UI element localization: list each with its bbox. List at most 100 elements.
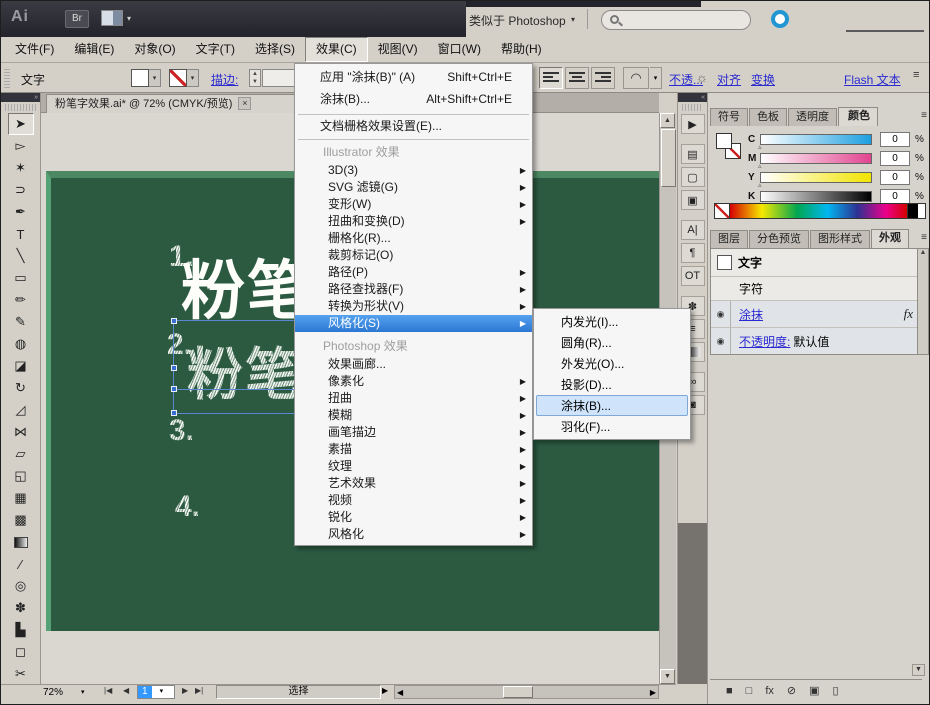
horizontal-scrollbar[interactable]: ◀ ▶: [394, 685, 659, 699]
scroll-up-icon[interactable]: ▲: [920, 249, 927, 256]
tools-panel-collapse-icon[interactable]: »: [1, 93, 40, 102]
menu-bar-item[interactable]: 对象(O): [124, 37, 185, 62]
previous-artboard-button[interactable]: ◀: [123, 686, 129, 695]
type-tool[interactable]: T: [8, 223, 34, 245]
direct-selection-tool[interactable]: ▻: [8, 135, 34, 157]
align-panel-icon[interactable]: ▤: [681, 144, 705, 164]
color-spectrum[interactable]: [714, 203, 926, 219]
control-bar-grip[interactable]: [4, 68, 10, 88]
lasso-tool[interactable]: ⊃: [8, 179, 34, 201]
effect-menu-item[interactable]: 素描 ▶: [295, 441, 532, 458]
effect-menu-item[interactable]: SVG 滤镜(G) ▶: [295, 179, 532, 196]
workspace-switcher[interactable]: 类似于 Photoshop: [469, 12, 566, 29]
new-stroke-button[interactable]: ■: [726, 685, 733, 697]
arrange-documents-icon[interactable]: [101, 10, 123, 26]
artboard-caret-icon[interactable]: ▾: [160, 686, 164, 698]
arrange-documents-caret-icon[interactable]: ▾: [127, 14, 131, 23]
first-artboard-button[interactable]: |◀: [104, 686, 112, 695]
panel-tab[interactable]: 透明度: [788, 108, 837, 126]
line-tool[interactable]: ╲: [8, 245, 34, 267]
effect-menu-item[interactable]: 裁剪标记(O) ▶: [295, 247, 532, 264]
channel-slider[interactable]: [760, 191, 872, 202]
effect-menu-item[interactable]: 画笔描边 ▶: [295, 424, 532, 441]
scroll-up-icon[interactable]: ▲: [660, 113, 675, 128]
scroll-down-icon[interactable]: ▼: [660, 669, 675, 684]
rectangle-tool[interactable]: ▭: [8, 267, 34, 289]
bridge-button[interactable]: Br: [65, 10, 89, 28]
eyedropper-tool[interactable]: ∕: [8, 553, 34, 575]
artboard-number-field[interactable]: 1 ▾: [137, 685, 175, 699]
transform-panel-link[interactable]: 变换: [751, 71, 775, 88]
panel-tab[interactable]: 分色预览: [749, 230, 809, 248]
appearance-characters-row[interactable]: 字符: [711, 277, 921, 301]
align-left-button[interactable]: [539, 67, 563, 89]
search-input[interactable]: [601, 10, 751, 30]
panel-tab[interactable]: 符号: [710, 108, 748, 126]
submenu-item[interactable]: 圆角(R)...: [536, 332, 688, 353]
align-panel-link[interactable]: 对齐: [717, 71, 741, 88]
align-right-button[interactable]: [591, 67, 615, 89]
channel-value-field[interactable]: 0: [880, 189, 910, 204]
stroke-color-swatch[interactable]: [169, 69, 187, 87]
recolor-artwork-icon[interactable]: ☼: [696, 70, 708, 85]
symbol-sprayer-tool[interactable]: ✽: [8, 597, 34, 619]
tools-panel-grip[interactable]: [5, 104, 36, 111]
pathfinder-panel-icon[interactable]: ▣: [681, 190, 705, 210]
fill-color-caret-icon[interactable]: ▾: [149, 69, 161, 87]
pencil-tool[interactable]: ✎: [8, 311, 34, 333]
menu-bar-item[interactable]: 效果(C): [305, 37, 368, 62]
free-transform-tool[interactable]: ▱: [8, 443, 34, 465]
character-panel-icon[interactable]: A|: [681, 220, 705, 240]
effect-menu-item[interactable]: 扭曲和变换(D) ▶: [295, 213, 532, 230]
rotate-tool[interactable]: ↻: [8, 377, 34, 399]
panel-tab[interactable]: 色板: [749, 108, 787, 126]
channel-slider[interactable]: [760, 172, 872, 183]
scroll-left-icon[interactable]: ◀: [397, 688, 403, 697]
fill-proxy-swatch[interactable]: [716, 133, 732, 149]
document-tab[interactable]: 粉笔字效果.ai* @ 72% (CMYK/预览) ×: [46, 94, 298, 113]
effect-menu-item[interactable]: 风格化(S) ▶: [295, 315, 532, 332]
menu-bar-item[interactable]: 文件(F): [5, 37, 64, 62]
selection-handle[interactable]: [171, 318, 177, 324]
status-field[interactable]: 选择: [216, 685, 381, 699]
new-fill-button[interactable]: □: [746, 685, 753, 697]
visibility-eye-icon[interactable]: ◉: [711, 301, 731, 327]
actions-panel-icon[interactable]: ▶: [681, 114, 705, 134]
scale-tool[interactable]: ◿: [8, 399, 34, 421]
panel-tab[interactable]: 外观: [871, 229, 909, 248]
shape-builder-tool[interactable]: ◱: [8, 465, 34, 487]
menu-bar-item[interactable]: 视图(V): [368, 37, 428, 62]
magic-wand-tool[interactable]: ✶: [8, 157, 34, 179]
effect-menu-item[interactable]: 纹理 ▶: [295, 458, 532, 475]
add-effect-button[interactable]: fx: [765, 685, 774, 697]
horizontal-scrollbar-thumb[interactable]: [503, 686, 533, 698]
control-panel-menu-icon[interactable]: ≡: [913, 69, 919, 81]
flash-text-link[interactable]: Flash 文本: [844, 71, 901, 88]
graphic-style-button[interactable]: ◠: [623, 67, 649, 89]
selection-tool[interactable]: ➤: [8, 113, 34, 135]
menu-bar-item[interactable]: 窗口(W): [428, 37, 491, 62]
selection-handle[interactable]: [171, 386, 177, 392]
align-center-button[interactable]: [565, 67, 589, 89]
slice-tool[interactable]: ✂: [8, 663, 34, 685]
dock-expand-icon[interactable]: «: [678, 93, 707, 102]
stroke-link[interactable]: 描边:: [211, 71, 238, 88]
selection-handle[interactable]: [171, 410, 177, 416]
channel-slider[interactable]: [760, 134, 872, 145]
none-color-swatch[interactable]: [714, 203, 730, 219]
appearance-scribble-row[interactable]: ◉ 涂抹 fx: [711, 301, 921, 328]
submenu-item[interactable]: 羽化(F)...: [536, 416, 688, 437]
panel-tab[interactable]: 图形样式: [810, 230, 870, 248]
panel-scroll-down-icon[interactable]: ▼: [912, 664, 925, 676]
delete-item-button[interactable]: ▯: [833, 684, 839, 697]
effect-menu-item[interactable]: 3D(3) ▶: [295, 162, 532, 179]
effect-menu-item[interactable]: 路径查找器(F) ▶: [295, 281, 532, 298]
workspace-caret-icon[interactable]: ▾: [571, 15, 575, 24]
document-close-icon[interactable]: ×: [238, 97, 251, 110]
effect-menu-item[interactable]: 模糊 ▶: [295, 407, 532, 424]
channel-value-field[interactable]: 0: [880, 132, 910, 147]
menu-bar-item[interactable]: 文字(T): [186, 37, 245, 62]
effect-menu-item[interactable]: 路径(P) ▶: [295, 264, 532, 281]
vertical-scrollbar-thumb[interactable]: [661, 129, 676, 187]
menu-bar-item[interactable]: 选择(S): [245, 37, 305, 62]
